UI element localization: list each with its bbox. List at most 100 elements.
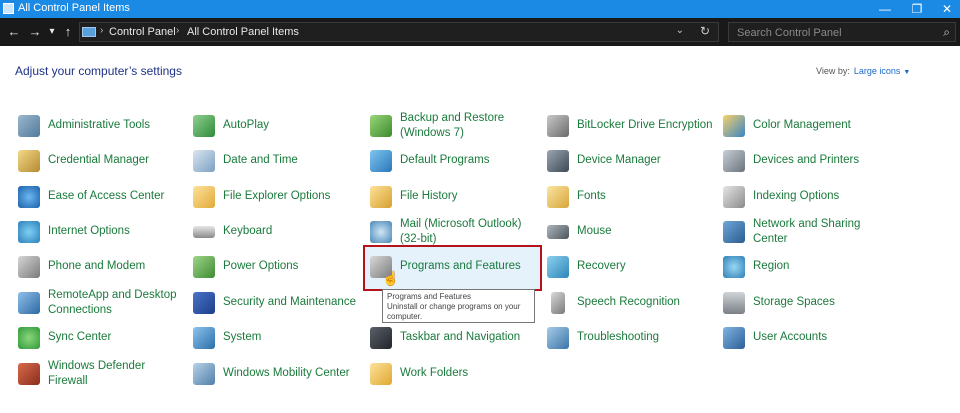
tooltip-line: computer. bbox=[387, 312, 423, 321]
item-label: AutoPlay bbox=[223, 119, 270, 131]
search-icon[interactable]: ⌕ bbox=[943, 25, 950, 40]
breadcrumb-separator: › bbox=[176, 25, 180, 36]
item-taskbar-and-navigation[interactable]: Taskbar and Navigation bbox=[370, 323, 545, 357]
item-ease-of-access[interactable]: Ease of Access Center bbox=[18, 182, 193, 216]
item-mail[interactable]: Mail (Microsoft Outlook) (32-bit) bbox=[370, 217, 545, 251]
item-label: Region bbox=[753, 260, 790, 272]
item-label: Color Management bbox=[753, 119, 851, 131]
item-file-explorer-options[interactable]: File Explorer Options bbox=[193, 182, 368, 216]
fonts-icon bbox=[547, 186, 569, 208]
item-label: File History bbox=[400, 190, 458, 202]
item-troubleshooting[interactable]: Troubleshooting bbox=[547, 323, 722, 357]
item-recovery[interactable]: Recovery bbox=[547, 252, 722, 286]
item-work-folders[interactable]: Work Folders bbox=[370, 359, 545, 393]
item-internet-options[interactable]: Internet Options bbox=[18, 217, 193, 251]
taskbar-navigation-icon bbox=[370, 327, 392, 349]
address-box[interactable]: › Control Panel › All Control Panel Item… bbox=[79, 22, 719, 42]
item-windows-defender-firewall[interactable]: Windows Defender Firewall bbox=[18, 359, 193, 393]
item-credential-manager[interactable]: Credential Manager bbox=[18, 146, 193, 180]
item-bitlocker[interactable]: BitLocker Drive Encryption bbox=[547, 111, 722, 145]
item-region[interactable]: Region bbox=[723, 252, 898, 286]
item-autoplay[interactable]: AutoPlay bbox=[193, 111, 368, 145]
user-accounts-icon bbox=[723, 327, 745, 349]
item-date-and-time[interactable]: Date and Time bbox=[193, 146, 368, 180]
item-label: Ease of Access Center bbox=[48, 190, 165, 202]
item-label: Troubleshooting bbox=[577, 331, 660, 343]
address-dropdown-icon[interactable]: ⌄ bbox=[676, 25, 684, 36]
file-explorer-options-icon bbox=[193, 186, 215, 208]
item-label: Windows Defender Firewall bbox=[48, 360, 146, 387]
item-windows-mobility-center[interactable]: Windows Mobility Center bbox=[193, 359, 368, 393]
view-by-control: View by: Large icons ▼ bbox=[816, 66, 910, 76]
breadcrumb-all-items[interactable]: All Control Panel Items bbox=[187, 26, 299, 38]
hand-cursor-icon: ☝ bbox=[382, 270, 400, 286]
back-button[interactable]: ← bbox=[6, 22, 22, 42]
item-label: File Explorer Options bbox=[223, 190, 331, 202]
admin-tools-icon bbox=[18, 115, 40, 137]
item-sync-center[interactable]: Sync Center bbox=[18, 323, 193, 357]
item-storage-spaces[interactable]: Storage Spaces bbox=[723, 288, 898, 322]
item-phone-and-modem[interactable]: Phone and Modem bbox=[18, 252, 193, 286]
internet-options-icon bbox=[18, 221, 40, 243]
item-network-and-sharing[interactable]: Network and Sharing Center bbox=[723, 217, 898, 251]
item-fonts[interactable]: Fonts bbox=[547, 182, 722, 216]
item-label: RemoteApp and Desktop Connections bbox=[48, 289, 177, 316]
item-system[interactable]: System bbox=[193, 323, 368, 357]
item-default-programs[interactable]: Default Programs bbox=[370, 146, 545, 180]
recent-locations-button[interactable]: ▾ bbox=[44, 22, 60, 42]
item-label: Indexing Options bbox=[753, 190, 840, 202]
item-indexing-options[interactable]: Indexing Options bbox=[723, 182, 898, 216]
view-by-label: View by: bbox=[816, 66, 850, 76]
network-sharing-icon bbox=[723, 221, 745, 243]
security-maintenance-icon bbox=[193, 292, 215, 314]
item-label: Recovery bbox=[577, 260, 626, 272]
up-button[interactable]: ↑ bbox=[60, 22, 76, 42]
system-icon bbox=[193, 327, 215, 349]
backup-restore-icon bbox=[370, 115, 392, 137]
item-label: Work Folders bbox=[400, 367, 469, 379]
view-by-dropdown[interactable]: Large icons bbox=[854, 66, 901, 76]
item-color-management[interactable]: Color Management bbox=[723, 111, 898, 145]
color-management-icon bbox=[723, 115, 745, 137]
item-label: BitLocker Drive Encryption bbox=[577, 119, 713, 131]
search-input[interactable] bbox=[735, 25, 929, 41]
minimize-button[interactable]: — bbox=[870, 0, 900, 18]
item-devices-and-printers[interactable]: Devices and Printers bbox=[723, 146, 898, 180]
breadcrumb-control-panel[interactable]: Control Panel bbox=[109, 26, 176, 38]
item-backup-and-restore[interactable]: Backup and Restore (Windows 7) bbox=[370, 111, 545, 145]
caret-down-icon[interactable]: ▼ bbox=[903, 69, 910, 76]
item-label: Storage Spaces bbox=[753, 296, 835, 308]
item-label: Windows Mobility Center bbox=[223, 367, 350, 379]
credential-manager-icon bbox=[18, 150, 40, 172]
ease-of-access-icon bbox=[18, 186, 40, 208]
bitlocker-icon bbox=[547, 115, 569, 137]
power-options-icon bbox=[193, 256, 215, 278]
remoteapp-icon bbox=[18, 292, 40, 314]
refresh-icon[interactable]: ↻ bbox=[700, 24, 710, 38]
item-label: Network and Sharing Center bbox=[753, 218, 861, 245]
item-mouse[interactable]: Mouse bbox=[547, 217, 722, 251]
item-label: Default Programs bbox=[400, 154, 490, 166]
windows-defender-firewall-icon bbox=[18, 363, 40, 385]
item-file-history[interactable]: File History bbox=[370, 182, 545, 216]
item-administrative-tools[interactable]: Administrative Tools bbox=[18, 111, 193, 145]
item-label: Keyboard bbox=[223, 225, 273, 237]
item-device-manager[interactable]: Device Manager bbox=[547, 146, 722, 180]
item-security-and-maintenance[interactable]: Security and Maintenance bbox=[193, 288, 368, 322]
file-history-icon bbox=[370, 186, 392, 208]
forward-button[interactable]: → bbox=[27, 22, 43, 42]
item-power-options[interactable]: Power Options bbox=[193, 252, 368, 286]
item-label: System bbox=[223, 331, 262, 343]
item-remoteapp[interactable]: RemoteApp and Desktop Connections bbox=[18, 288, 193, 322]
item-label: Security and Maintenance bbox=[223, 296, 356, 308]
default-programs-icon bbox=[370, 150, 392, 172]
item-label: Speech Recognition bbox=[577, 296, 680, 308]
close-button[interactable]: ✕ bbox=[932, 0, 960, 18]
item-keyboard[interactable]: Keyboard bbox=[193, 217, 368, 251]
maximize-button[interactable]: ❐ bbox=[902, 0, 932, 18]
item-speech-recognition[interactable]: Speech Recognition bbox=[547, 288, 722, 322]
item-label: Credential Manager bbox=[48, 154, 150, 166]
breadcrumb-separator: › bbox=[100, 25, 104, 36]
item-user-accounts[interactable]: User Accounts bbox=[723, 323, 898, 357]
item-label: Programs and Features bbox=[400, 260, 521, 272]
